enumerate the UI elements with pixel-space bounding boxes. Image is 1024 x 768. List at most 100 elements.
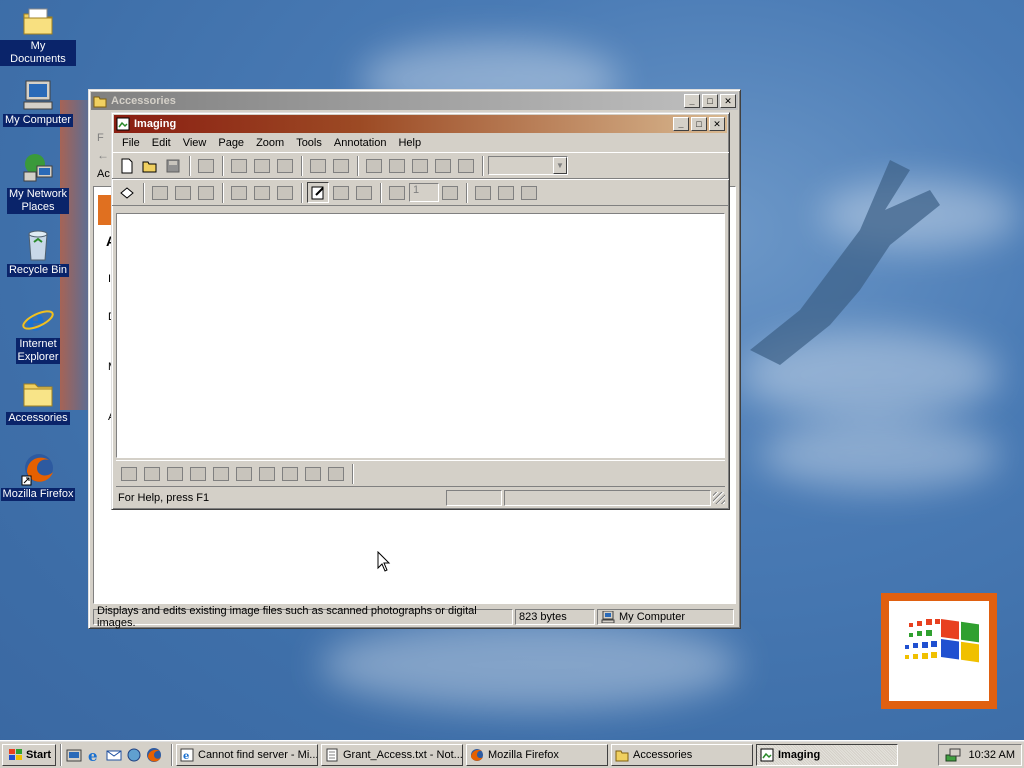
print-icon[interactable] — [195, 155, 217, 176]
save-icon[interactable] — [162, 155, 184, 176]
task-button-imaging[interactable]: Imaging — [756, 743, 898, 766]
notepad-icon — [325, 748, 339, 762]
next-page-icon[interactable] — [439, 182, 461, 203]
image-canvas[interactable] — [116, 213, 725, 458]
highlighter-icon[interactable] — [164, 463, 186, 484]
status-panel-2 — [504, 489, 711, 506]
copy-icon[interactable] — [251, 155, 273, 176]
select-rect-icon[interactable] — [251, 182, 273, 203]
desktop-icon-label: My Network Places — [6, 188, 70, 214]
select-pointer-icon[interactable] — [274, 182, 296, 203]
hollow-rectangle-icon[interactable] — [210, 463, 232, 484]
desktop-icon-label: Mozilla Firefox — [0, 488, 76, 501]
filled-rectangle-icon[interactable] — [233, 463, 255, 484]
outlook-express-icon[interactable] — [106, 747, 122, 763]
desktop-icon-recycle-bin[interactable]: Recycle Bin — [0, 228, 76, 277]
wallpaper-cloud — [760, 420, 1000, 490]
scan-append-icon[interactable] — [195, 182, 217, 203]
windows-flag-icon — [7, 748, 23, 762]
imaging-app-icon — [116, 117, 130, 131]
menu-tools[interactable]: Tools — [290, 137, 328, 149]
taskbar-separator — [171, 743, 173, 766]
menu-zoom[interactable]: Zoom — [250, 137, 290, 149]
status-size: 823 bytes — [515, 608, 595, 625]
cut-icon[interactable] — [228, 155, 250, 176]
undo-icon[interactable] — [307, 155, 329, 176]
zoom-select[interactable]: ▼ — [488, 156, 568, 175]
attach-note-icon[interactable] — [279, 463, 301, 484]
previous-page-icon[interactable] — [386, 182, 408, 203]
page-and-thumbnails-icon[interactable] — [518, 182, 540, 203]
menu-file[interactable]: File — [116, 137, 146, 149]
desktop-icon-my-network-places[interactable]: My Network Places — [0, 152, 76, 214]
accessories-titlebar[interactable]: Accessories _ □ ✕ — [91, 92, 738, 110]
system-tray: 10:32 AM — [937, 743, 1022, 766]
zoom-out-icon[interactable] — [386, 155, 408, 176]
fit-width-icon[interactable] — [455, 155, 477, 176]
task-button-notepad[interactable]: Grant_Access.txt - Not... — [321, 743, 463, 766]
annotation-toolbar-icon[interactable] — [307, 182, 329, 203]
close-button[interactable]: ✕ — [709, 117, 725, 131]
drag-hand-icon[interactable] — [228, 182, 250, 203]
tray-app-icon[interactable] — [945, 747, 961, 763]
desktop-icon-label: My Documents — [0, 40, 76, 66]
desktop-icon-my-documents[interactable]: My Documents — [0, 4, 76, 66]
firefox-icon — [470, 748, 484, 762]
zoom-rect-icon[interactable] — [409, 155, 431, 176]
menu-view[interactable]: View — [177, 137, 213, 149]
maximize-button[interactable]: □ — [702, 94, 718, 108]
rotate-left-icon[interactable] — [330, 182, 352, 203]
mouse-pointer-icon — [377, 551, 391, 572]
best-fit-icon[interactable] — [432, 155, 454, 176]
desktop-icon-my-computer[interactable]: My Computer — [0, 78, 76, 127]
scan-new-icon[interactable] — [149, 182, 171, 203]
redo-icon[interactable] — [330, 155, 352, 176]
scan-icon[interactable] — [116, 182, 138, 203]
page-number-field[interactable]: 1 — [409, 183, 439, 202]
menu-help[interactable]: Help — [392, 137, 427, 149]
close-button[interactable]: ✕ — [720, 94, 736, 108]
paste-icon[interactable] — [274, 155, 296, 176]
firefox-icon[interactable] — [146, 747, 162, 763]
menu-edit[interactable]: Edit — [146, 137, 177, 149]
imaging-window[interactable]: Imaging _ □ ✕ File Edit View Page Zoom T… — [111, 112, 730, 510]
new-file-icon[interactable] — [116, 155, 138, 176]
folder-icon — [21, 376, 55, 410]
start-button[interactable]: Start — [2, 743, 56, 766]
internet-explorer-icon[interactable]: e — [86, 747, 102, 765]
desktop-icon-accessories[interactable]: Accessories — [0, 376, 76, 425]
menu-annotation[interactable]: Annotation — [328, 137, 393, 149]
straight-line-icon[interactable] — [187, 463, 209, 484]
open-folder-icon[interactable] — [139, 155, 161, 176]
minimize-button[interactable]: _ — [684, 94, 700, 108]
scan-insert-icon[interactable] — [172, 182, 194, 203]
resize-grip-icon[interactable] — [713, 491, 725, 504]
one-page-view-icon[interactable] — [472, 182, 494, 203]
task-button-internet-explorer[interactable]: e Cannot find server - Mi... — [176, 743, 318, 766]
status-location: My Computer — [597, 608, 734, 625]
freehand-line-icon[interactable] — [141, 463, 163, 484]
imaging-standard-toolbar: ▼ — [112, 152, 729, 179]
maximize-button[interactable]: □ — [691, 117, 707, 131]
rotate-right-icon[interactable] — [353, 182, 375, 203]
desktop-icon-internet-explorer[interactable]: e Internet Explorer — [0, 302, 76, 364]
show-desktop-icon[interactable] — [66, 747, 82, 763]
annotation-select-icon[interactable] — [118, 463, 140, 484]
desktop-icon-mozilla-firefox[interactable]: Mozilla Firefox — [0, 452, 76, 501]
menu-page[interactable]: Page — [212, 137, 250, 149]
task-button-mozilla-firefox[interactable]: Mozilla Firefox — [466, 743, 608, 766]
zoom-in-icon[interactable] — [363, 155, 385, 176]
imaging-titlebar[interactable]: Imaging _ □ ✕ — [114, 115, 727, 133]
windows-media-icon[interactable] — [126, 747, 142, 763]
rubber-stamp-icon[interactable] — [325, 463, 347, 484]
text-from-file-icon[interactable] — [302, 463, 324, 484]
thumbnail-view-icon[interactable] — [495, 182, 517, 203]
chevron-down-icon[interactable]: ▼ — [553, 157, 567, 174]
task-button-accessories[interactable]: Accessories — [611, 743, 753, 766]
clock[interactable]: 10:32 AM — [969, 749, 1015, 761]
firefox-icon — [21, 452, 55, 486]
typed-text-icon[interactable] — [256, 463, 278, 484]
desktop-icon-label: Internet Explorer — [15, 338, 61, 364]
minimize-button[interactable]: _ — [673, 117, 689, 131]
network-icon — [21, 152, 55, 186]
